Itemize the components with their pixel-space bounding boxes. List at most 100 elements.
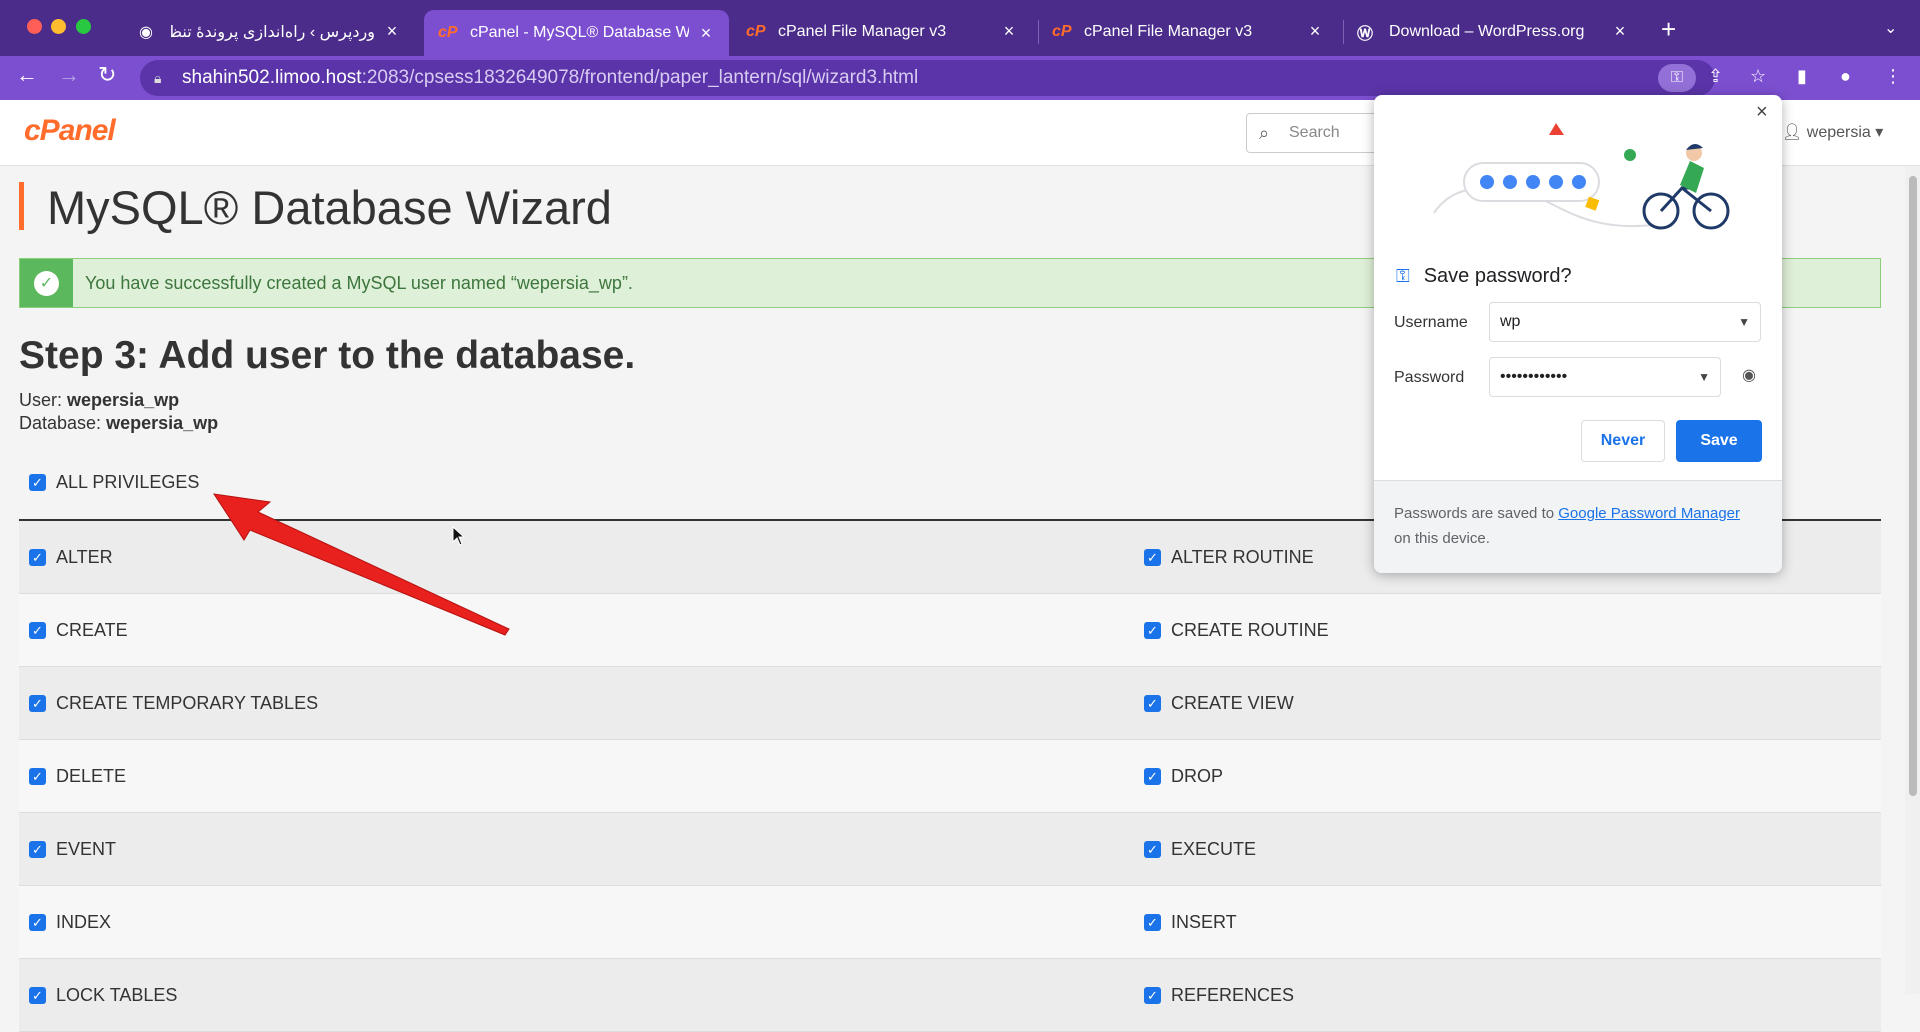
dropdown-caret-icon[interactable]: ▼ — [1698, 358, 1710, 396]
privilege-label: REFERENCES — [1171, 985, 1295, 1005]
cpanel-search-input[interactable]: ⌕ Search — [1246, 113, 1386, 153]
browser-tab-file-manager-2[interactable]: cP cPanel File Manager v3 × — [1038, 10, 1338, 53]
close-icon[interactable]: × — [697, 23, 715, 44]
window-zoom-button[interactable] — [76, 19, 91, 34]
dialog-title-row: ⚿ Save password? — [1396, 265, 1572, 288]
new-tab-button[interactable]: + — [1661, 14, 1676, 45]
checkbox-checked-icon[interactable]: ✓ — [29, 474, 46, 491]
privilege-create-checkbox[interactable]: ✓ CREATE — [29, 620, 128, 641]
checkbox-checked-icon[interactable]: ✓ — [29, 768, 46, 785]
browser-tab-file-manager-1[interactable]: cP cPanel File Manager v3 × — [732, 10, 1032, 53]
google-password-manager-link[interactable]: Google Password Manager — [1558, 505, 1740, 522]
checkbox-checked-icon[interactable]: ✓ — [29, 622, 46, 639]
username-field[interactable]: wp ▼ — [1489, 302, 1761, 342]
back-arrow-icon[interactable]: ← — [16, 62, 38, 88]
globe-icon: ◉ — [139, 23, 153, 41]
all-privileges-checkbox[interactable]: ✓ ALL PRIVILEGES — [29, 472, 199, 493]
share-icon[interactable]: ⇪ — [1708, 66, 1723, 87]
checkbox-checked-icon[interactable]: ✓ — [1144, 841, 1161, 858]
checkbox-checked-icon[interactable]: ✓ — [29, 914, 46, 931]
privilege-event-checkbox[interactable]: ✓ EVENT — [29, 839, 116, 860]
privilege-alter-checkbox[interactable]: ✓ ALTER — [29, 547, 113, 568]
chevron-down-icon: ▾ — [1875, 124, 1884, 141]
cpanel-logo[interactable]: cPanel — [24, 114, 116, 148]
browser-tab-wordpress-download[interactable]: Ⓦ Download – WordPress.org × — [1343, 10, 1643, 53]
privilege-execute-checkbox[interactable]: ✓ EXECUTE — [1144, 839, 1256, 860]
close-icon[interactable]: × — [1756, 101, 1768, 124]
close-icon[interactable]: × — [1611, 21, 1629, 42]
scrollbar-thumb[interactable] — [1909, 176, 1917, 796]
checkbox-checked-icon[interactable]: ✓ — [29, 549, 46, 566]
footer-suffix: on this device. — [1394, 530, 1490, 547]
dropdown-caret-icon[interactable]: ▼ — [1738, 303, 1750, 341]
profile-avatar-icon[interactable]: ● — [1840, 66, 1851, 87]
checkbox-checked-icon[interactable]: ✓ — [1144, 695, 1161, 712]
checkbox-checked-icon[interactable]: ✓ — [1144, 622, 1161, 639]
cpanel-icon: cP — [746, 22, 766, 40]
password-key-icon[interactable]: ⚿ — [1658, 64, 1696, 92]
table-row: ✓ DELETE ✓ DROP — [19, 740, 1881, 813]
lock-icon: 🔒︎ — [154, 70, 162, 86]
browser-tab-wordpress-setup[interactable]: ◉ وردپرس › راه‌اندازی پروندهٔ تنظیمات × — [125, 10, 415, 53]
user-menu[interactable]: 👤︎ wepersia ▾ — [1782, 122, 1883, 142]
privilege-insert-checkbox[interactable]: ✓ INSERT — [1144, 912, 1237, 933]
privilege-lock-tables-checkbox[interactable]: ✓ LOCK TABLES — [29, 985, 177, 1006]
tab-search-chevron-icon[interactable]: ⌄ — [1884, 18, 1897, 38]
privilege-label: INSERT — [1171, 912, 1237, 932]
privilege-label: CREATE ROUTINE — [1171, 620, 1329, 640]
step-title: Step 3: Add user to the database. — [19, 334, 636, 377]
google-key-icon: ⚿ — [1396, 266, 1410, 286]
close-icon[interactable]: × — [1000, 21, 1018, 42]
privilege-references-checkbox[interactable]: ✓ REFERENCES — [1144, 985, 1294, 1006]
eye-icon[interactable]: ◉ — [1742, 365, 1756, 385]
side-panel-icon[interactable]: ▮ — [1797, 66, 1807, 87]
user-label: User: — [19, 390, 63, 410]
save-button[interactable]: Save — [1676, 420, 1762, 462]
checkbox-checked-icon[interactable]: ✓ — [29, 987, 46, 1004]
privilege-drop-checkbox[interactable]: ✓ DROP — [1144, 766, 1223, 787]
window-close-button[interactable] — [27, 19, 42, 34]
url-input[interactable]: 🔒︎ shahin502.limoo.host:2083/cpsess18326… — [140, 60, 1715, 96]
checkbox-checked-icon[interactable]: ✓ — [1144, 914, 1161, 931]
privilege-index-checkbox[interactable]: ✓ INDEX — [29, 912, 111, 933]
privilege-create-routine-checkbox[interactable]: ✓ CREATE ROUTINE — [1144, 620, 1329, 641]
checkbox-checked-icon[interactable]: ✓ — [29, 841, 46, 858]
checkbox-checked-icon[interactable]: ✓ — [1144, 768, 1161, 785]
forward-arrow-icon[interactable]: → — [58, 62, 80, 88]
privilege-label: CREATE VIEW — [1171, 693, 1294, 713]
checkbox-checked-icon[interactable]: ✓ — [29, 695, 46, 712]
privilege-label: INDEX — [56, 912, 112, 932]
privilege-create-view-checkbox[interactable]: ✓ CREATE VIEW — [1144, 693, 1294, 714]
checkbox-checked-icon[interactable]: ✓ — [1144, 987, 1161, 1004]
privilege-delete-checkbox[interactable]: ✓ DELETE — [29, 766, 126, 787]
search-placeholder: Search — [1289, 124, 1340, 141]
browser-tab-mysql-wizard[interactable]: cP cPanel - MySQL® Database Wi × — [424, 10, 729, 56]
check-circle-icon: ✓ — [34, 271, 59, 296]
window-minimize-button[interactable] — [51, 19, 66, 34]
user-value: wepersia_wp — [67, 390, 180, 410]
user-info: User: wepersia_wp — [19, 390, 179, 411]
password-value: •••••••••••• — [1500, 368, 1568, 385]
never-button[interactable]: Never — [1581, 420, 1665, 462]
mouse-cursor-icon — [452, 526, 466, 546]
username-value: wp — [1500, 313, 1521, 330]
url-host: shahin502.limoo.host — [182, 67, 362, 88]
close-icon[interactable]: × — [383, 21, 401, 42]
page-scrollbar[interactable] — [1905, 166, 1920, 994]
bookmark-star-icon[interactable]: ☆ — [1750, 66, 1766, 87]
browser-menu-icon[interactable]: ⋮ — [1884, 66, 1902, 87]
browser-tab-bar: ◉ وردپرس › راه‌اندازی پروندهٔ تنظیمات × … — [0, 0, 1920, 56]
password-field[interactable]: •••••••••••• ▼ — [1489, 357, 1721, 397]
close-icon[interactable]: × — [1306, 21, 1324, 42]
privilege-label: DROP — [1171, 766, 1224, 786]
privilege-alter-routine-checkbox[interactable]: ✓ ALTER ROUTINE — [1144, 547, 1314, 568]
wordpress-icon: Ⓦ — [1357, 25, 1374, 43]
reload-icon[interactable]: ↻ — [98, 62, 116, 88]
privilege-label: ALTER ROUTINE — [1171, 547, 1314, 567]
table-row: ✓ EVENT ✓ EXECUTE — [19, 813, 1881, 886]
password-illustration — [1433, 123, 1730, 230]
database-info: Database: wepersia_wp — [19, 413, 218, 434]
checkbox-checked-icon[interactable]: ✓ — [1144, 549, 1161, 566]
username-label: Username — [1394, 314, 1468, 331]
privilege-create-temporary-tables-checkbox[interactable]: ✓ CREATE TEMPORARY TABLES — [29, 693, 318, 714]
